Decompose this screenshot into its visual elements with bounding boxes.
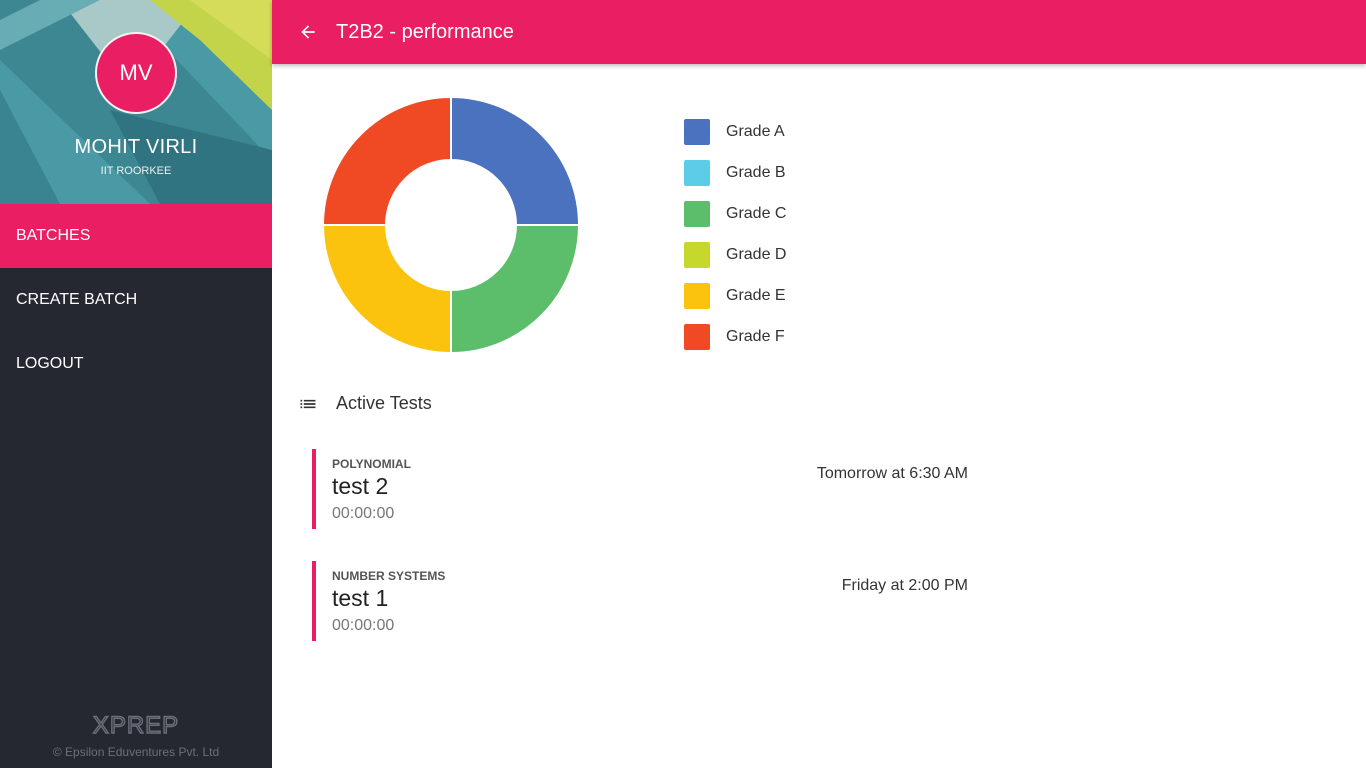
- grade-donut-chart: [322, 96, 580, 354]
- sidebar-item-label: CREATE BATCH: [16, 291, 138, 308]
- legend-swatch: [684, 323, 710, 350]
- legend-item-grade-b: Grade B: [684, 152, 786, 193]
- sidebar: MV MOHIT VIRLI IIT ROORKEE BATCHES CREAT…: [0, 0, 272, 768]
- legend-swatch: [684, 159, 710, 186]
- legend-item-grade-e: Grade E: [684, 275, 786, 316]
- arrow-back-icon: [301, 25, 315, 39]
- test-duration: 00:00:00: [332, 617, 395, 634]
- sidebar-nav: BATCHES CREATE BATCH LOGOUT: [0, 204, 272, 396]
- test-subject: POLYNOMIAL: [332, 457, 411, 471]
- donut-slice-grade-e[interactable]: [322, 224, 452, 354]
- legend-swatch: [684, 282, 710, 309]
- test-name: test 2: [332, 473, 389, 499]
- list-icon: [298, 394, 318, 414]
- copyright: © Epsilon Eduventures Pvt. Ltd: [52, 745, 220, 759]
- user-name: MOHIT VIRLI: [74, 136, 198, 158]
- sidebar-item-batches[interactable]: BATCHES: [0, 204, 272, 268]
- sidebar-item-label: LOGOUT: [16, 355, 84, 372]
- donut-slice-grade-a[interactable]: [450, 96, 580, 226]
- legend-swatch: [684, 241, 710, 268]
- section-title: Active Tests: [336, 393, 432, 413]
- legend-swatch: [684, 118, 710, 145]
- sidebar-item-logout[interactable]: LOGOUT: [0, 332, 272, 396]
- svg-text:XPREP: XPREP: [93, 712, 179, 739]
- avatar[interactable]: MV: [95, 32, 177, 114]
- xprep-logo: XPREP: [0, 706, 272, 745]
- test-subject: NUMBER SYSTEMS: [332, 569, 446, 583]
- back-button[interactable]: [294, 18, 322, 46]
- legend-label: Grade B: [726, 163, 786, 181]
- page-title: T2B2 - performance: [336, 20, 514, 43]
- legend-item-grade-d: Grade D: [684, 234, 786, 275]
- user-institute: IIT ROORKEE: [100, 165, 172, 177]
- legend-label: Grade F: [726, 327, 785, 345]
- test-duration: 00:00:00: [332, 505, 395, 522]
- legend-item-grade-a: Grade A: [684, 111, 786, 152]
- test-name: test 1: [332, 585, 389, 611]
- legend-swatch: [684, 200, 710, 227]
- sidebar-item-label: BATCHES: [16, 227, 91, 244]
- chart-legend: Grade A Grade B Grade C Grade D Grade E …: [684, 111, 786, 357]
- legend-item-grade-f: Grade F: [684, 316, 786, 357]
- legend-label: Grade A: [726, 122, 785, 140]
- test-card-test-1[interactable]: NUMBER SYSTEMS test 1 00:00:00 Friday at…: [312, 561, 968, 641]
- sidebar-item-create-batch[interactable]: CREATE BATCH: [0, 268, 272, 332]
- app-bar: T2B2 - performance: [272, 0, 1366, 64]
- profile-header: MV MOHIT VIRLI IIT ROORKEE: [0, 0, 272, 204]
- legend-label: Grade E: [726, 286, 786, 304]
- donut-slice-grade-c[interactable]: [450, 224, 580, 354]
- test-schedule: Friday at 2:00 PM: [841, 577, 968, 594]
- legend-item-grade-c: Grade C: [684, 193, 786, 234]
- legend-label: Grade C: [726, 204, 787, 222]
- test-card-test-2[interactable]: POLYNOMIAL test 2 00:00:00 Tomorrow at 6…: [312, 449, 968, 529]
- active-tests-header: Active Tests: [298, 393, 432, 414]
- legend-label: Grade D: [726, 245, 787, 263]
- test-schedule: Tomorrow at 6:30 AM: [816, 465, 968, 482]
- donut-slice-grade-f[interactable]: [322, 96, 452, 226]
